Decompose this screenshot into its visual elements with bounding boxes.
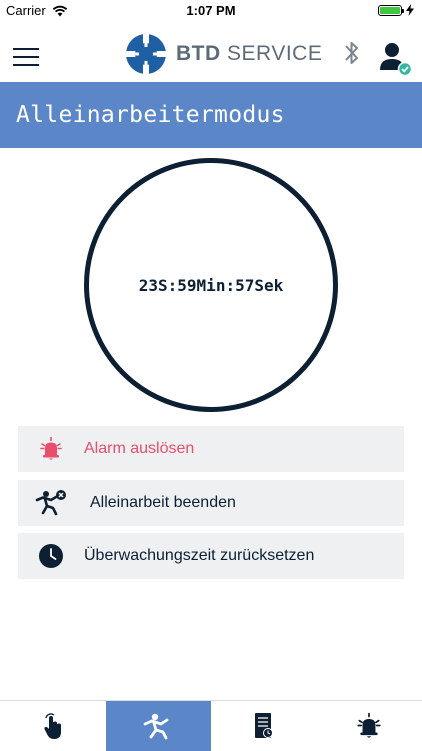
- trigger-alarm-label: Alarm auslösen: [84, 440, 194, 458]
- battery-fill: [380, 7, 400, 14]
- logo-text-bold: BTD: [176, 42, 221, 65]
- timer-circle: 23S:59Min:57Sek: [84, 158, 338, 412]
- tab-log[interactable]: [211, 701, 317, 751]
- logo-mark-icon: [126, 34, 166, 74]
- logo-text-light: SERVICE: [227, 42, 322, 65]
- tab-alarm[interactable]: [317, 701, 422, 751]
- reset-monitoring-time-button[interactable]: Überwachungszeit zurücksetzen: [18, 533, 404, 579]
- status-bar: Carrier 1:07 PM: [0, 0, 422, 22]
- tab-lone-worker[interactable]: [106, 701, 212, 751]
- charging-bolt-icon: [406, 4, 414, 16]
- status-right: [378, 4, 414, 16]
- tab-touch[interactable]: [0, 701, 106, 751]
- log-document-icon: [253, 712, 275, 740]
- alarm-icon: [355, 712, 383, 740]
- title-bar: Alleinarbeitermodus: [0, 82, 422, 148]
- end-lone-work-button[interactable]: Alleinarbeit beenden: [18, 480, 404, 526]
- status-time: 1:07 PM: [0, 3, 422, 18]
- trigger-alarm-button[interactable]: Alarm auslösen: [18, 426, 404, 472]
- app-header: BTD SERVICE: [0, 22, 422, 82]
- falling-person-icon: [141, 712, 175, 740]
- timer-display: 23S:59Min:57Sek: [139, 276, 284, 295]
- end-lone-work-label: Alleinarbeit beenden: [90, 494, 236, 512]
- reset-monitoring-time-label: Überwachungszeit zurücksetzen: [84, 547, 314, 565]
- page-title: Alleinarbeitermodus: [16, 102, 285, 128]
- clock-icon: [18, 543, 84, 569]
- logo-text: BTD SERVICE: [176, 42, 322, 66]
- bluetooth-icon[interactable]: [342, 37, 362, 69]
- btd-logo: BTD SERVICE: [126, 34, 322, 74]
- battery-icon: [378, 5, 402, 16]
- menu-icon[interactable]: [13, 48, 39, 66]
- fall-person-icon: [18, 489, 84, 517]
- user-verified-icon[interactable]: [378, 40, 412, 76]
- alarm-bell-icon: [18, 436, 84, 462]
- tab-bar: [0, 700, 422, 751]
- touch-hand-icon: [41, 712, 65, 740]
